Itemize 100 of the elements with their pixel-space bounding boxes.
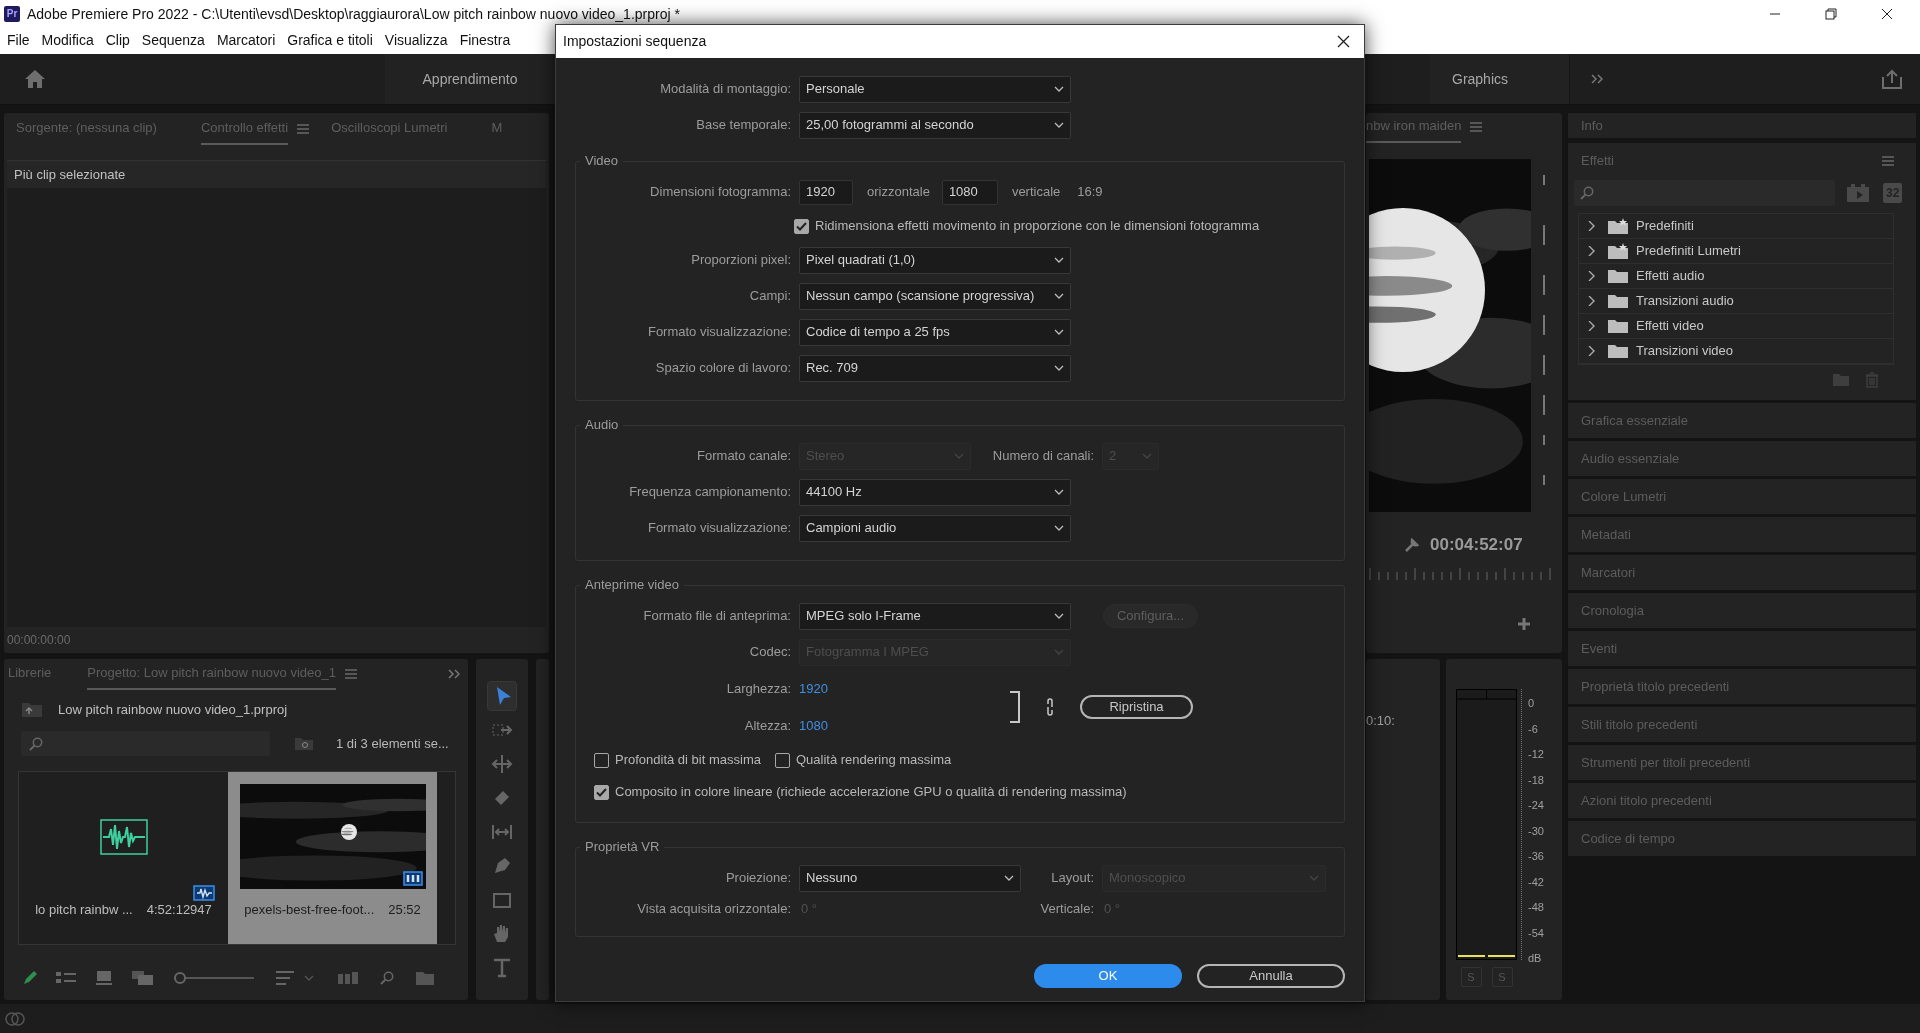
freeform-view-icon[interactable]: [132, 971, 154, 985]
folder-up-icon[interactable]: [21, 702, 43, 718]
trash-icon[interactable]: [1865, 372, 1879, 388]
scale-label: -36: [1528, 849, 1544, 864]
chevron-down-icon[interactable]: [304, 975, 314, 981]
menu-item[interactable]: Finestra: [453, 30, 517, 51]
restore-icon[interactable]: [1825, 7, 1837, 20]
number-value[interactable]: 1080: [799, 715, 828, 736]
folder-icon: [1608, 293, 1628, 309]
chevron-right-icon[interactable]: [1587, 271, 1595, 281]
clip-tile[interactable]: lo pitch rainbw ... 4:52:12947: [19, 772, 228, 944]
number-value[interactable]: 1920: [799, 678, 828, 699]
chevron-right-icon[interactable]: [1587, 246, 1595, 256]
add-icon[interactable]: [1518, 618, 1530, 630]
zoom-slider[interactable]: [174, 972, 254, 984]
menu-item[interactable]: Sequenza: [135, 30, 211, 51]
tree-row[interactable]: Transizioni video: [1579, 339, 1893, 364]
menu-icon[interactable]: [1882, 156, 1894, 166]
menu-item[interactable]: Modifica: [35, 30, 100, 51]
dropdown[interactable]: 25,00 fotogrammi al secondo: [799, 111, 1071, 139]
cancel-button[interactable]: Annulla: [1197, 964, 1345, 988]
dropdown[interactable]: Personale: [799, 75, 1071, 103]
search-icon[interactable]: [29, 736, 43, 751]
tree-label: Predefiniti Lumetri: [1636, 242, 1741, 261]
folder-icon[interactable]: [1833, 374, 1849, 386]
tree-row[interactable]: Effetti video: [1579, 314, 1893, 339]
menu-item[interactable]: Marcatori: [210, 30, 282, 51]
icon-view-icon[interactable]: [96, 971, 112, 985]
chevron-down-icon: [1054, 649, 1064, 655]
dropdown[interactable]: Pixel quadrati (1,0): [799, 246, 1071, 274]
dropdown[interactable]: Nessun campo (scansione progressiva): [799, 282, 1071, 310]
tree-row[interactable]: Effetti audio: [1579, 264, 1893, 289]
dropdown[interactable]: 44100 Hz: [799, 478, 1071, 506]
dialog-title: Impostazioni sequenza: [563, 32, 707, 51]
wrench-icon[interactable]: [1404, 537, 1420, 553]
chevron-down-icon: [954, 453, 964, 459]
menu-item[interactable]: Visualizza: [378, 30, 454, 51]
slider-thumb[interactable]: [174, 972, 186, 984]
folder-icon[interactable]: [416, 971, 434, 985]
menu-item[interactable]: Clip: [99, 30, 136, 51]
checkbox[interactable]: [774, 752, 790, 768]
dropdown-value: Rec. 709: [806, 359, 859, 378]
chevron-down-icon: [1054, 525, 1064, 531]
tree-row[interactable]: Predefiniti Lumetri: [1579, 239, 1893, 264]
folder-search-icon[interactable]: [294, 736, 314, 751]
menu-icon[interactable]: [297, 124, 310, 134]
chevron-right-icon[interactable]: [1587, 296, 1595, 306]
checkbox[interactable]: [594, 752, 609, 768]
sort-icon[interactable]: [276, 971, 294, 985]
chevron-right-icon[interactable]: [1587, 321, 1595, 331]
dropdown[interactable]: Codice di tempo a 25 fps: [799, 318, 1071, 346]
dropdown[interactable]: Nessuno: [799, 864, 1021, 892]
share-icon[interactable]: [1882, 69, 1902, 89]
menu-item[interactable]: File: [1, 30, 36, 51]
chevron-right-icon[interactable]: [1587, 221, 1595, 231]
dropdown[interactable]: MPEG solo I-Frame: [799, 602, 1071, 630]
double-chevron-icon[interactable]: [448, 669, 460, 679]
close-icon[interactable]: [1337, 35, 1350, 48]
number-field[interactable]: 1080: [941, 179, 998, 205]
pencil-icon[interactable]: [22, 970, 38, 986]
search-icon[interactable]: [1580, 186, 1594, 200]
close-icon[interactable]: [1881, 7, 1893, 20]
workspace-tab[interactable]: Apprendimento: [385, 54, 555, 104]
tree-row[interactable]: Predefiniti: [1579, 214, 1893, 239]
field-label: Larghezza:: [725, 679, 792, 698]
film-play-icon[interactable]: [1847, 184, 1869, 202]
menu-icon[interactable]: [1470, 122, 1483, 132]
tree-row[interactable]: Transizioni audio: [1579, 289, 1893, 314]
clip-name: pexels-best-free-foot...: [244, 901, 375, 919]
field-label: Proiezione:: [724, 869, 792, 888]
menu-item[interactable]: Grafica e titoli: [281, 30, 379, 51]
waveform-icon: [99, 818, 148, 855]
search-field[interactable]: [21, 731, 270, 756]
double-chevron-icon[interactable]: [1591, 74, 1603, 84]
workspace-tab[interactable]: Graphics: [1430, 54, 1570, 104]
chevron-right-icon[interactable]: [1587, 346, 1595, 356]
tree-label: Transizioni video: [1636, 342, 1734, 361]
chevron-down-icon: [1054, 86, 1064, 92]
tool-button[interactable]: [487, 681, 517, 711]
list-view-icon[interactable]: [56, 972, 76, 984]
chevron-down-icon: [1309, 875, 1319, 881]
link-icon[interactable]: [1045, 698, 1055, 716]
menu-icon[interactable]: [344, 669, 357, 679]
search-field[interactable]: [1574, 180, 1835, 206]
checkbox[interactable]: [594, 784, 609, 800]
film-icon: [402, 871, 423, 886]
field-label: Campi:: [748, 287, 792, 306]
folder-star-icon: [1608, 243, 1628, 259]
home-icon[interactable]: [24, 69, 46, 89]
clip-tile[interactable]: pexels-best-free-foot... 25:52: [228, 772, 437, 944]
reset-button[interactable]: Ripristina: [1080, 695, 1193, 719]
dropdown[interactable]: Campioni audio: [799, 514, 1071, 542]
scale-label: -12: [1528, 747, 1544, 762]
rings-icon[interactable]: [4, 1010, 26, 1027]
search-icon[interactable]: [380, 971, 394, 985]
number-field[interactable]: 1920: [799, 179, 853, 205]
bars-icon[interactable]: [338, 972, 358, 984]
checkbox[interactable]: [794, 218, 809, 234]
clip-duration: 4:52:12947: [146, 901, 212, 919]
dropdown[interactable]: Rec. 709: [799, 354, 1071, 382]
